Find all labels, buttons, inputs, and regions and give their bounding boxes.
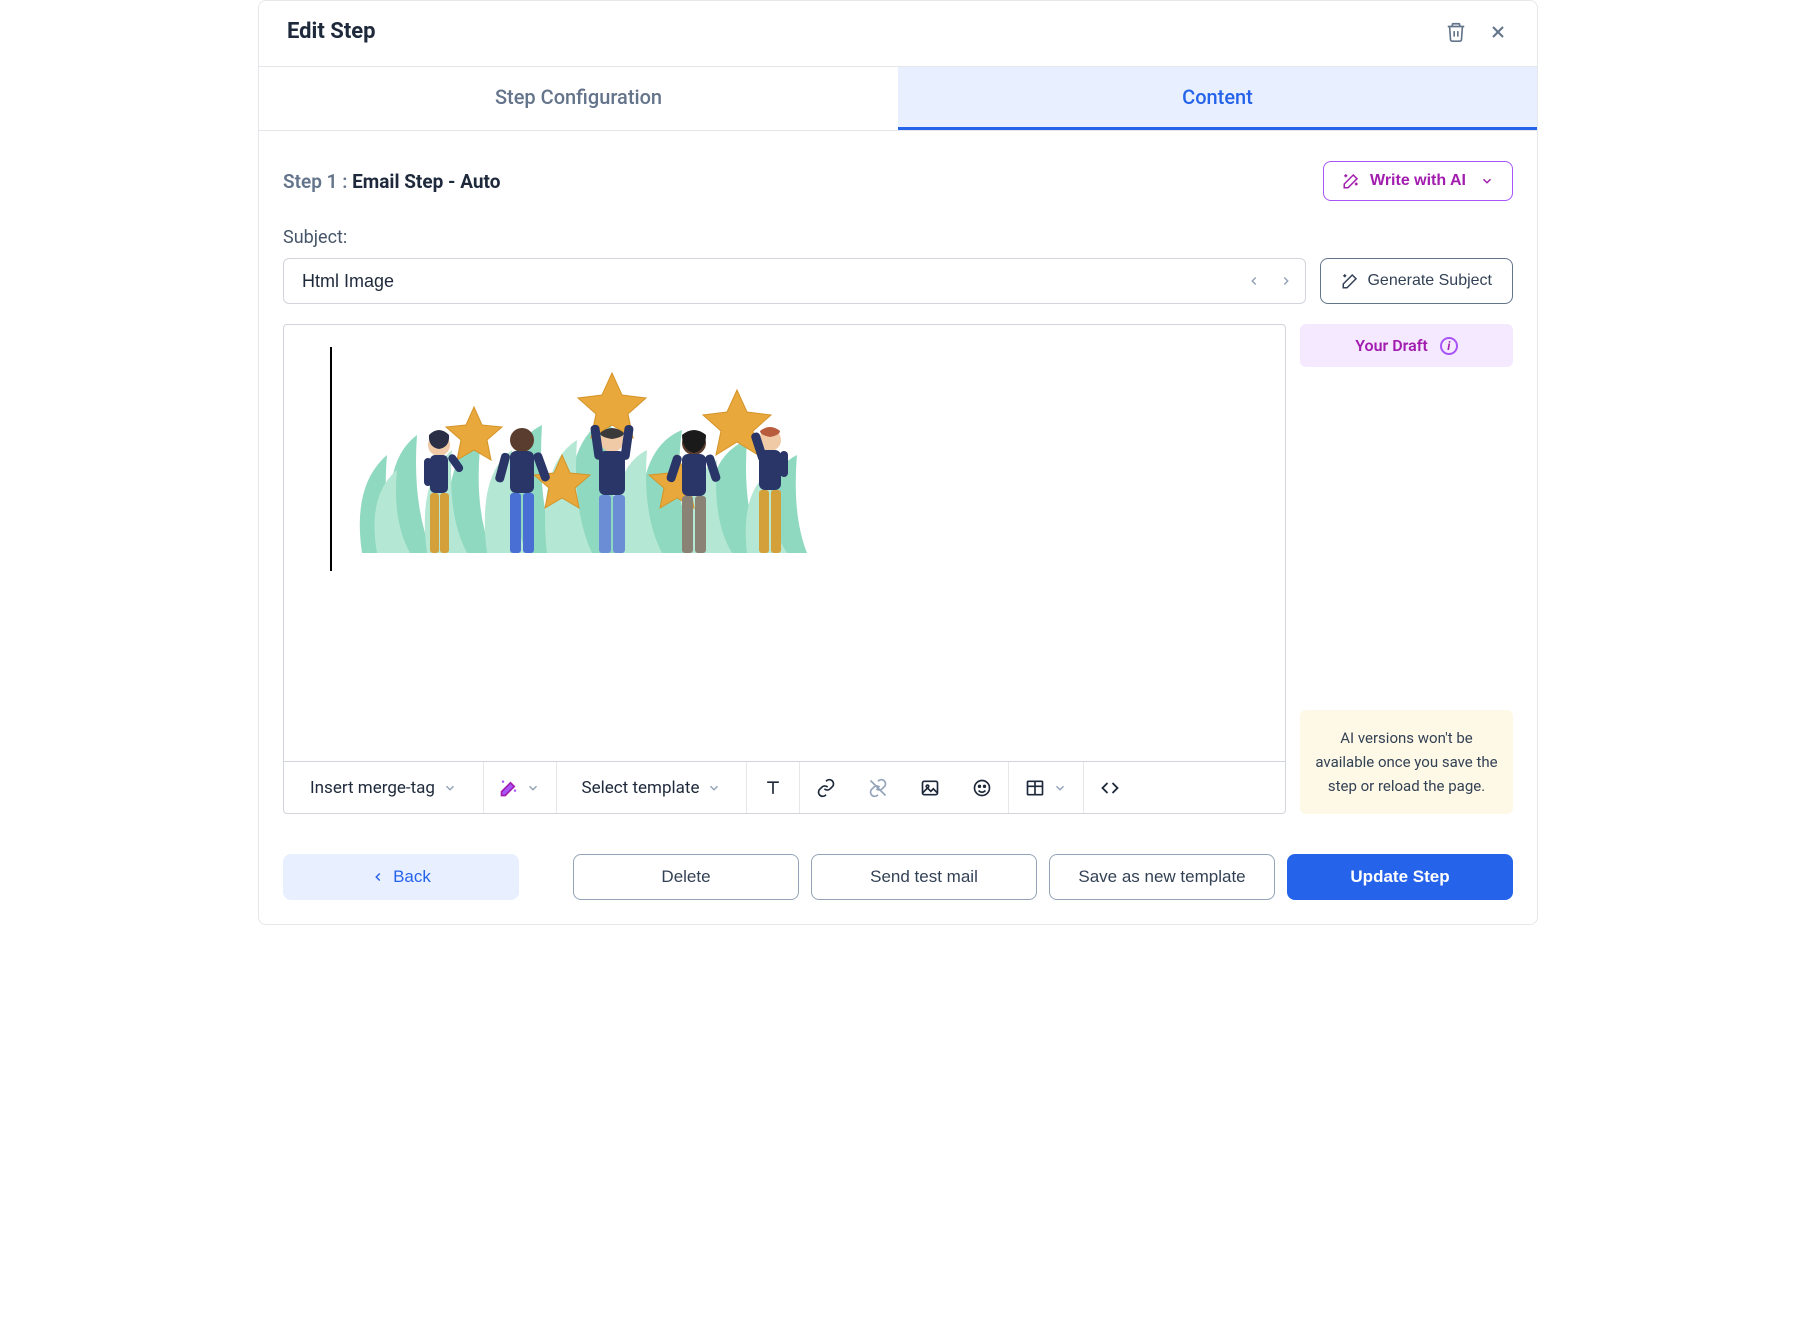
step-heading: Step 1 : Email Step - Auto	[283, 170, 500, 193]
link-icon	[816, 778, 836, 798]
unlink-icon	[868, 778, 888, 798]
email-body-editor[interactable]	[283, 324, 1286, 762]
code-icon	[1100, 778, 1120, 798]
insert-merge-tag-dropdown[interactable]: Insert merge-tag	[284, 762, 484, 813]
ai-versions-notice: AI versions won't be available once you …	[1300, 710, 1513, 814]
generate-subject-button[interactable]: Generate Subject	[1320, 258, 1513, 304]
delete-button[interactable]: Delete	[573, 854, 799, 900]
subject-next-icon[interactable]	[1279, 274, 1293, 288]
step-prefix: Step 1 :	[283, 170, 347, 193]
text-format-button[interactable]	[747, 762, 800, 813]
code-view-button[interactable]	[1084, 762, 1136, 813]
chevron-down-icon	[443, 781, 457, 795]
tab-step-configuration[interactable]: Step Configuration	[259, 67, 898, 130]
editor-toolbar: Insert merge-tag	[283, 762, 1286, 814]
magic-wand-icon	[1341, 272, 1359, 290]
tab-content[interactable]: Content	[898, 67, 1537, 130]
info-icon: i	[1440, 337, 1458, 355]
text-cursor	[330, 347, 332, 571]
back-button[interactable]: Back	[283, 854, 519, 900]
send-test-mail-button[interactable]: Send test mail	[811, 854, 1037, 900]
merge-tag-label: Insert merge-tag	[310, 778, 435, 798]
save-as-new-template-button[interactable]: Save as new template	[1049, 854, 1275, 900]
image-button[interactable]	[904, 762, 956, 813]
chevron-left-icon	[371, 870, 385, 884]
write-with-ai-label: Write with AI	[1370, 172, 1466, 190]
table-icon	[1025, 778, 1045, 798]
trash-icon[interactable]	[1445, 21, 1467, 43]
subject-input-container	[283, 258, 1306, 304]
chevron-down-icon	[707, 781, 721, 795]
link-button[interactable]	[800, 762, 852, 813]
content-image	[342, 355, 812, 553]
chevron-down-icon	[1053, 781, 1067, 795]
unlink-button[interactable]	[852, 762, 904, 813]
magic-wand-icon	[500, 779, 518, 797]
table-dropdown[interactable]	[1009, 762, 1084, 813]
subject-label: Subject:	[283, 227, 1513, 248]
close-icon[interactable]	[1487, 21, 1509, 43]
footer: Back Delete Send test mail Save as new t…	[259, 830, 1537, 924]
image-icon	[920, 778, 940, 798]
write-with-ai-button[interactable]: Write with AI	[1323, 161, 1513, 201]
modal-title: Edit Step	[287, 19, 376, 44]
subject-prev-icon[interactable]	[1247, 274, 1261, 288]
magic-wand-icon	[1342, 172, 1360, 190]
generate-subject-label: Generate Subject	[1367, 272, 1492, 290]
ai-rewrite-dropdown[interactable]	[484, 762, 557, 813]
emoji-icon	[972, 778, 992, 798]
draft-label: Your Draft	[1355, 336, 1428, 355]
text-icon	[763, 778, 783, 798]
draft-status-badge[interactable]: Your Draft i	[1300, 324, 1513, 367]
chevron-down-icon	[1480, 174, 1494, 188]
subject-input[interactable]	[302, 271, 1247, 292]
tabs: Step Configuration Content	[259, 67, 1537, 131]
update-step-button[interactable]: Update Step	[1287, 854, 1513, 900]
chevron-down-icon	[526, 781, 540, 795]
back-label: Back	[393, 867, 431, 887]
step-name: Email Step - Auto	[352, 170, 500, 193]
emoji-button[interactable]	[956, 762, 1009, 813]
select-template-dropdown[interactable]: Select template	[557, 762, 747, 813]
modal-header: Edit Step	[259, 1, 1537, 67]
select-template-label: Select template	[582, 778, 700, 798]
